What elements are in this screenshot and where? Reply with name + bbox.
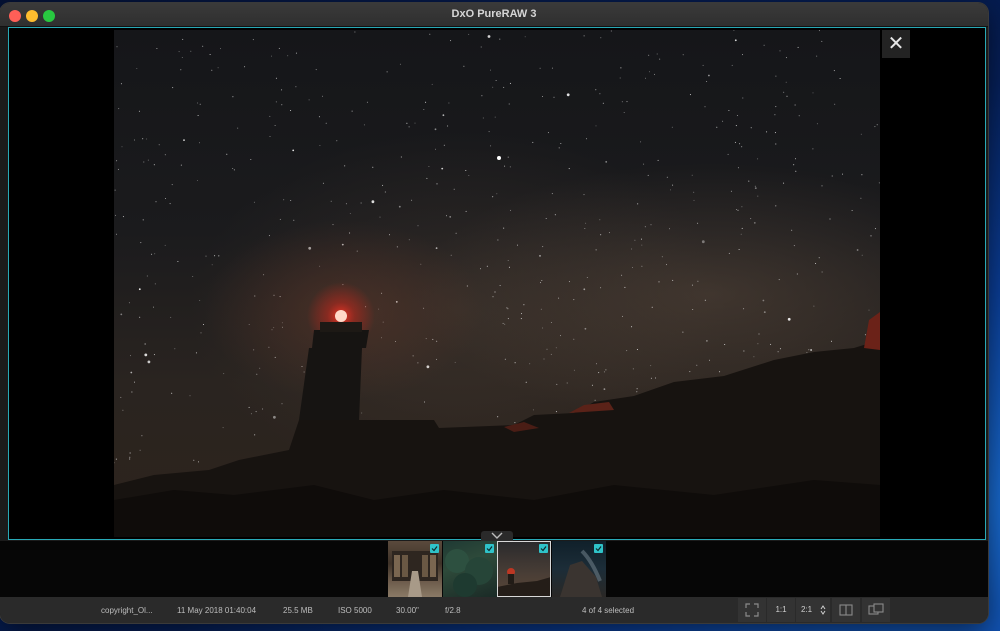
checkbox-library[interactable] <box>430 544 439 553</box>
checkbox-lighthouse[interactable] <box>539 544 548 553</box>
thumbnail-night-sky[interactable] <box>552 541 606 597</box>
exposure-label: 30.00" <box>396 606 419 615</box>
image-viewer: ✕ <box>8 27 986 540</box>
lighthouse-silhouette <box>114 220 880 537</box>
preview-image <box>114 30 880 537</box>
fit-screen-button[interactable] <box>738 598 766 622</box>
checkbox-forest[interactable] <box>485 544 494 553</box>
zoom-2-1-select[interactable]: 2:1 <box>796 598 830 622</box>
aperture-label: f/2.8 <box>445 606 461 615</box>
chevron-down-icon <box>491 532 503 539</box>
status-bar: copyright_Ol... 11 May 2018 01:40:04 25.… <box>0 597 988 623</box>
title-bar: DxO PureRAW 3 <box>0 3 988 27</box>
side-by-side-icon <box>868 603 884 615</box>
file-size-label: 25.5 MB <box>283 606 313 615</box>
window-title: DxO PureRAW 3 <box>451 8 537 20</box>
check-icon <box>431 546 438 552</box>
zoom-1-1-button[interactable]: 1:1 <box>767 598 795 622</box>
side-by-side-button[interactable] <box>862 598 890 622</box>
collapse-filmstrip-button[interactable] <box>481 531 513 541</box>
compare-icon <box>839 604 853 616</box>
stepper-arrows-icon <box>820 605 826 615</box>
thumbnail-lighthouse[interactable] <box>497 541 551 597</box>
app-window: DxO PureRAW 3 ✕ copyright_Ol... 11 May 2… <box>0 3 988 623</box>
filmstrip <box>0 541 988 597</box>
filename-label: copyright_Ol... <box>101 606 153 615</box>
check-icon <box>595 546 602 552</box>
check-icon <box>486 546 493 552</box>
close-viewer-button[interactable]: ✕ <box>882 30 910 58</box>
fit-screen-icon <box>745 603 759 617</box>
zoom-2-1-label: 2:1 <box>801 605 813 614</box>
iso-label: ISO 5000 <box>338 606 372 615</box>
compare-button[interactable] <box>832 598 860 622</box>
capture-date-label: 11 May 2018 01:40:04 <box>177 606 257 615</box>
thumbnail-forest[interactable] <box>443 541 497 597</box>
thumbnail-library[interactable] <box>388 541 442 597</box>
check-icon <box>540 546 547 552</box>
selection-count-label: 4 of 4 selected <box>582 606 635 615</box>
checkbox-night-sky[interactable] <box>594 544 603 553</box>
